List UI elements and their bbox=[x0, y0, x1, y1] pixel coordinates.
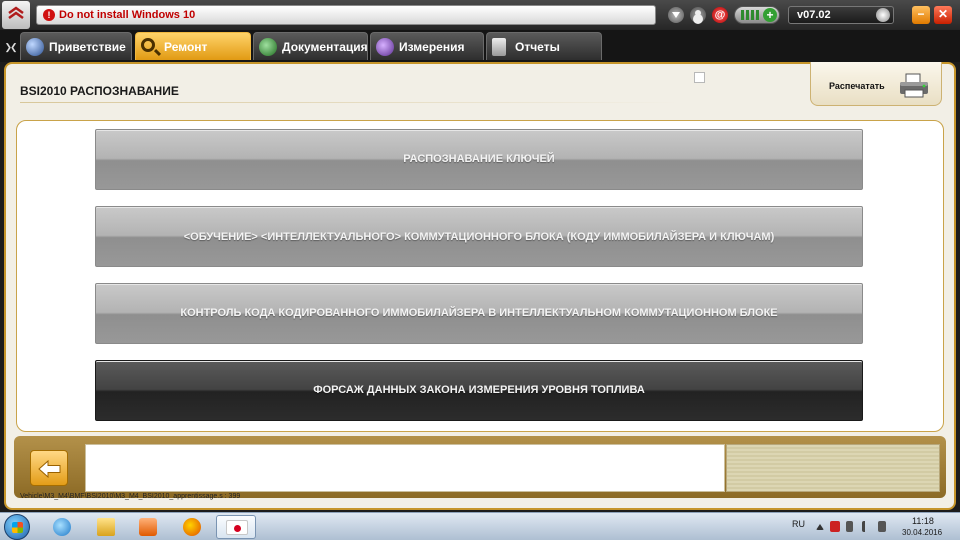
check-immobilizer-code-button[interactable]: КОНТРОЛЬ КОДА КОДИРОВАННОГО ИММОБИЛАЙЗЕР… bbox=[95, 283, 863, 344]
taskbar-explorer[interactable] bbox=[86, 515, 126, 539]
download-icon[interactable] bbox=[668, 7, 684, 23]
network-icon[interactable] bbox=[862, 521, 872, 532]
warning-text: Do not install Windows 10 bbox=[59, 9, 196, 21]
recognize-keys-button[interactable]: РАСПОЗНАВАНИЕ КЛЮЧЕЙ bbox=[95, 129, 863, 190]
dial-icon[interactable] bbox=[876, 8, 890, 22]
warning-icon: ! bbox=[43, 9, 55, 21]
menu-button-label: РАСПОЗНАВАНИЕ КЛЮЧЕЙ bbox=[403, 153, 555, 165]
status-panel bbox=[726, 444, 940, 492]
fuel-level-law-button[interactable]: ФОРСАЖ ДАННЫХ ЗАКОНА ИЗМЕРЕНИЯ УРОВНЯ ТО… bbox=[95, 360, 863, 421]
user-icon[interactable] bbox=[690, 7, 706, 23]
firefox-icon bbox=[183, 518, 201, 536]
signal-bars-icon bbox=[741, 10, 761, 20]
tab-documentation[interactable]: Документация bbox=[253, 32, 368, 60]
tab-label: Ремонт bbox=[164, 40, 208, 54]
tab-welcome[interactable]: Приветствие bbox=[20, 32, 132, 60]
warning-bar: ! Do not install Windows 10 bbox=[36, 5, 656, 25]
script-path: Vehicle\M3_M4\BMF\BSI2010\M3_M4_BSI2010_… bbox=[20, 493, 241, 500]
wave-icon bbox=[376, 38, 394, 56]
report-icon bbox=[492, 38, 506, 56]
taskbar-diagbox[interactable] bbox=[216, 515, 256, 539]
taskbar-internet-explorer[interactable] bbox=[42, 515, 82, 539]
menu-button-label: КОНТРОЛЬ КОДА КОДИРОВАННОГО ИММОБИЛАЙЗЕР… bbox=[180, 307, 778, 319]
taskbar-firefox[interactable] bbox=[172, 515, 212, 539]
tab-label: Измерения bbox=[399, 40, 465, 54]
clock-time[interactable]: 11:18 bbox=[912, 516, 934, 526]
media-player-icon bbox=[139, 518, 157, 536]
tab-repair[interactable]: Ремонт bbox=[135, 32, 251, 60]
citroen-logo bbox=[2, 1, 30, 29]
tab-label: Приветствие bbox=[49, 40, 126, 54]
back-button[interactable] bbox=[30, 450, 68, 486]
internet-explorer-icon bbox=[53, 518, 71, 536]
magnifier-icon bbox=[141, 38, 155, 52]
tab-label: Отчеты bbox=[515, 40, 560, 54]
title-bar: ! Do not install Windows 10 @ + v07.02 −… bbox=[0, 0, 960, 30]
version-box: v07.02 bbox=[788, 6, 894, 24]
printer-icon bbox=[900, 73, 928, 98]
action-center-icon[interactable] bbox=[830, 521, 840, 532]
close-button[interactable]: ✕ bbox=[934, 6, 952, 24]
connection-signal-indicator[interactable]: + bbox=[734, 6, 780, 24]
clock-date[interactable]: 30.04.2016 bbox=[902, 528, 942, 537]
show-hidden-icons-icon[interactable] bbox=[816, 524, 824, 530]
minimize-button[interactable]: − bbox=[912, 6, 930, 24]
japan-flag-icon bbox=[226, 520, 248, 535]
volume-icon[interactable] bbox=[878, 521, 886, 532]
folder-icon bbox=[97, 518, 115, 536]
option-checkbox[interactable] bbox=[694, 72, 705, 83]
message-area bbox=[85, 444, 725, 492]
learn-immobilizer-button[interactable]: <ОБУЧЕНИЕ> <ИНТЕЛЛЕКТУАЛЬНОГО> КОММУТАЦИ… bbox=[95, 206, 863, 267]
plus-icon: + bbox=[763, 8, 777, 22]
battery-icon[interactable] bbox=[846, 521, 853, 532]
title-divider bbox=[20, 102, 680, 103]
tab-measurements[interactable]: Измерения bbox=[370, 32, 484, 60]
menu-button-label: <ОБУЧЕНИЕ> <ИНТЕЛЛЕКТУАЛЬНОГО> КОММУТАЦИ… bbox=[183, 231, 775, 243]
tab-scroll-icon[interactable]: ❯❮ bbox=[2, 34, 18, 60]
tab-reports[interactable]: Отчеты bbox=[486, 32, 602, 60]
menu-button-label: ФОРСАЖ ДАННЫХ ЗАКОНА ИЗМЕРЕНИЯ УРОВНЯ ТО… bbox=[313, 384, 645, 396]
mail-icon[interactable]: @ bbox=[712, 7, 728, 23]
taskbar-media-player[interactable] bbox=[128, 515, 168, 539]
globe-icon bbox=[26, 38, 44, 56]
tab-bar: ❯❮ Приветствие Ремонт Документация Измер… bbox=[0, 30, 960, 62]
version-label: v07.02 bbox=[797, 9, 831, 21]
page-title: BSI2010 РАСПОЗНАВАНИЕ bbox=[20, 84, 179, 98]
language-indicator[interactable]: RU bbox=[792, 519, 805, 529]
arrow-left-icon bbox=[38, 460, 61, 478]
tab-label: Документация bbox=[282, 40, 368, 54]
start-button[interactable] bbox=[4, 514, 30, 540]
book-icon bbox=[259, 38, 277, 56]
print-label: Распечатать bbox=[829, 81, 885, 91]
print-button[interactable]: Распечатать bbox=[810, 62, 942, 106]
